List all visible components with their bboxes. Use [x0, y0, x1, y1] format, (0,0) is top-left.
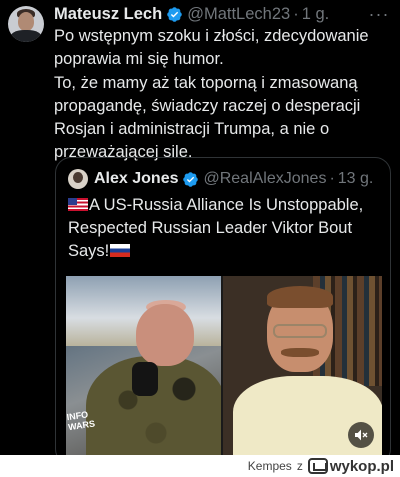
tweet-screen: Mateusz Lech @MattLech23 · 1 g. ··· Po w…	[0, 0, 400, 455]
quoted-tweet[interactable]: Alex Jones @RealAlexJones · 13 g. A US-R…	[55, 157, 391, 455]
quoted-author-handle[interactable]: @RealAlexJones	[203, 170, 326, 188]
tweet-text-paragraph-2: To, że mamy aż tak toporną i zmasowaną p…	[54, 73, 361, 162]
quoted-author-avatar[interactable]	[68, 169, 88, 189]
tweet-time[interactable]: 1 g.	[302, 5, 330, 24]
quoted-tweet-text-block: A US-Russia Alliance Is Unstoppable, Res…	[68, 194, 384, 263]
author-avatar[interactable]	[8, 6, 44, 42]
video-thumbnail[interactable]: INFO WARS	[66, 276, 382, 455]
author-name[interactable]: Mateusz Lech	[54, 5, 162, 24]
wykop-logo-icon	[307, 458, 328, 474]
mute-icon[interactable]	[348, 422, 374, 448]
glasses	[273, 324, 327, 338]
separator-dot: ·	[293, 4, 299, 23]
us-flag-icon	[68, 198, 88, 211]
quoted-author-name[interactable]: Alex Jones	[94, 170, 178, 188]
tweet-text: Po wstępnym szoku i złości, zdecydowanie…	[54, 25, 394, 165]
footer-username: Kempes	[247, 459, 292, 473]
microphone-icon	[132, 362, 158, 396]
video-left-pane: INFO WARS	[66, 276, 221, 455]
watermark-footer: Kempes z wykop.pl	[0, 455, 400, 477]
verified-badge-icon	[183, 171, 199, 187]
more-options-icon[interactable]: ···	[368, 4, 390, 24]
footer-connector: z	[296, 459, 303, 473]
quoted-tweet-header: Alex Jones @RealAlexJones · 13 g.	[68, 168, 373, 190]
author-handle[interactable]: @MattLech23	[187, 5, 290, 24]
russia-flag-icon	[110, 244, 131, 257]
wykop-logo: wykop.pl	[307, 457, 394, 475]
tweet-header: Mateusz Lech @MattLech23 · 1 g.	[54, 3, 370, 25]
separator-dot: ·	[329, 170, 335, 187]
verified-badge-icon	[167, 6, 182, 22]
quoted-tweet-time[interactable]: 13 g.	[338, 170, 374, 188]
tweet-text-paragraph-1: Po wstępnym szoku i złości, zdecydowanie…	[54, 27, 369, 69]
infowars-logo: INFO WARS	[66, 409, 96, 433]
wykop-site-name: wykop.pl	[329, 457, 394, 475]
